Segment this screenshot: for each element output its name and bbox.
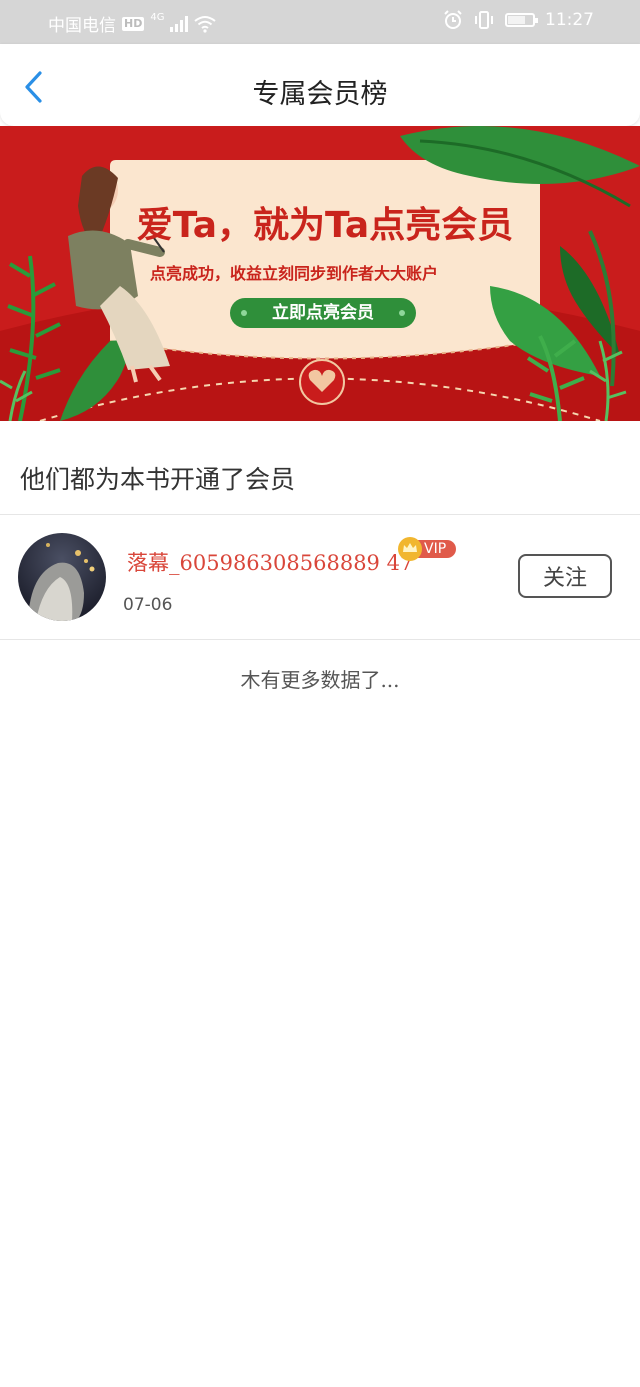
promo-banner[interactable]: 爱Ta，就为Ta点亮会员 点亮成功，收益立刻同步到作者大大账户 立即点亮会员: [0, 126, 640, 421]
banner-headline: 爱Ta，就为Ta点亮会员: [136, 205, 514, 246]
avatar[interactable]: [18, 533, 106, 621]
hd-icon: HD: [122, 16, 145, 31]
member-date: 07-06: [123, 595, 173, 615]
signal-icon: [170, 15, 189, 32]
member-row[interactable]: 落幕_605986308568889 47 VIP 07-06 关注: [0, 515, 640, 639]
section-title: 他们都为本书开通了会员: [20, 465, 296, 494]
banner-cta-button[interactable]: 立即点亮会员: [230, 298, 416, 328]
vibrate-icon: [475, 11, 493, 29]
status-bar: 中国电信 HD 4G 11:27: [0, 0, 640, 44]
network-label: 4G: [150, 12, 165, 23]
no-more-data-label: 木有更多数据了...: [240, 668, 400, 692]
follow-button[interactable]: 关注: [518, 554, 612, 598]
carrier-label: 中国电信: [48, 16, 116, 36]
nav-bar: 专属会员榜: [0, 44, 640, 126]
banner-subline: 点亮成功，收益立刻同步到作者大大账户: [150, 264, 439, 283]
battery-icon: [505, 13, 538, 27]
vip-badge-label: VIP: [424, 541, 447, 557]
time-label: 11:27: [545, 10, 594, 30]
alarm-icon: [444, 10, 462, 29]
page-title: 专属会员榜: [252, 79, 388, 110]
member-name[interactable]: 落幕_605986308568889 47: [127, 547, 413, 577]
wifi-icon: [194, 15, 217, 33]
divider: [0, 639, 640, 640]
